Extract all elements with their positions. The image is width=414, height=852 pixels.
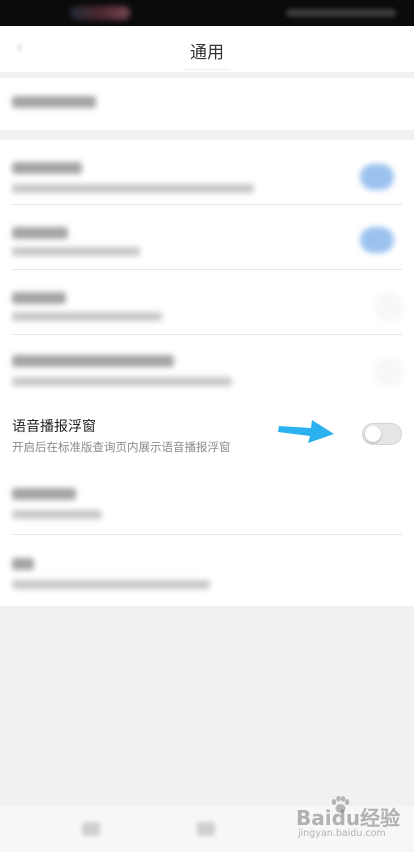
app-screen: ‹ 通用 语音播报浮窗 开启后在标准版查询页内展示语音播报浮窗 Baidu经验 … — [0, 0, 414, 852]
blurred-row-label — [12, 355, 174, 367]
toggle-switch-on[interactable] — [360, 164, 394, 190]
watermark-brand: Baidu经验 — [296, 806, 401, 830]
blurred-row-label — [12, 488, 76, 500]
settings-section-main — [0, 140, 414, 606]
settings-row-blurred[interactable] — [0, 140, 414, 204]
voice-float-toggle[interactable] — [362, 423, 402, 445]
blurred-row-desc — [12, 580, 210, 589]
status-system-icons — [286, 9, 396, 17]
settings-row-blurred[interactable] — [0, 270, 414, 334]
tab-icon[interactable] — [82, 822, 100, 836]
toggle-switch-off[interactable] — [376, 359, 402, 385]
empty-content-area — [0, 606, 414, 806]
toggle-switch-on[interactable] — [360, 227, 394, 253]
blurred-row-label — [12, 292, 66, 304]
navigation-header: ‹ 通用 — [0, 26, 414, 72]
settings-row-blurred[interactable] — [0, 335, 414, 403]
blurred-row-desc — [12, 184, 254, 193]
settings-row-blurred[interactable] — [0, 78, 414, 130]
blurred-row-label — [12, 162, 82, 174]
blurred-row-desc — [12, 247, 140, 256]
tab-icon[interactable] — [197, 822, 215, 836]
blurred-row-desc — [12, 312, 162, 321]
blurred-row-desc — [12, 510, 102, 519]
blurred-row-label — [12, 558, 34, 570]
row-divider — [12, 534, 402, 535]
toggle-switch-off[interactable] — [376, 294, 402, 320]
blurred-row-label — [12, 96, 96, 108]
blurred-row-desc — [12, 377, 232, 386]
arrow-pointer-icon — [278, 420, 334, 443]
settings-row-blurred[interactable] — [0, 470, 414, 534]
toggle-knob — [365, 426, 381, 442]
status-bar — [0, 0, 414, 26]
page-title: 通用 — [190, 43, 224, 63]
settings-row-blurred[interactable] — [0, 540, 414, 604]
status-notification-icons — [70, 6, 130, 20]
settings-row-voice-float[interactable]: 语音播报浮窗 开启后在标准版查询页内展示语音播报浮窗 — [0, 404, 414, 466]
settings-row-blurred[interactable] — [0, 205, 414, 269]
watermark-site: jingyan.baidu.com — [298, 828, 386, 839]
blurred-row-label — [12, 227, 68, 239]
voice-float-subtitle: 开启后在标准版查询页内展示语音播报浮窗 — [12, 440, 231, 454]
voice-float-title: 语音播报浮窗 — [12, 419, 96, 435]
baidu-jingyan-watermark: Baidu经验 jingyan.baidu.com — [296, 796, 406, 844]
title-underline — [184, 69, 230, 70]
settings-section-top — [0, 78, 414, 130]
